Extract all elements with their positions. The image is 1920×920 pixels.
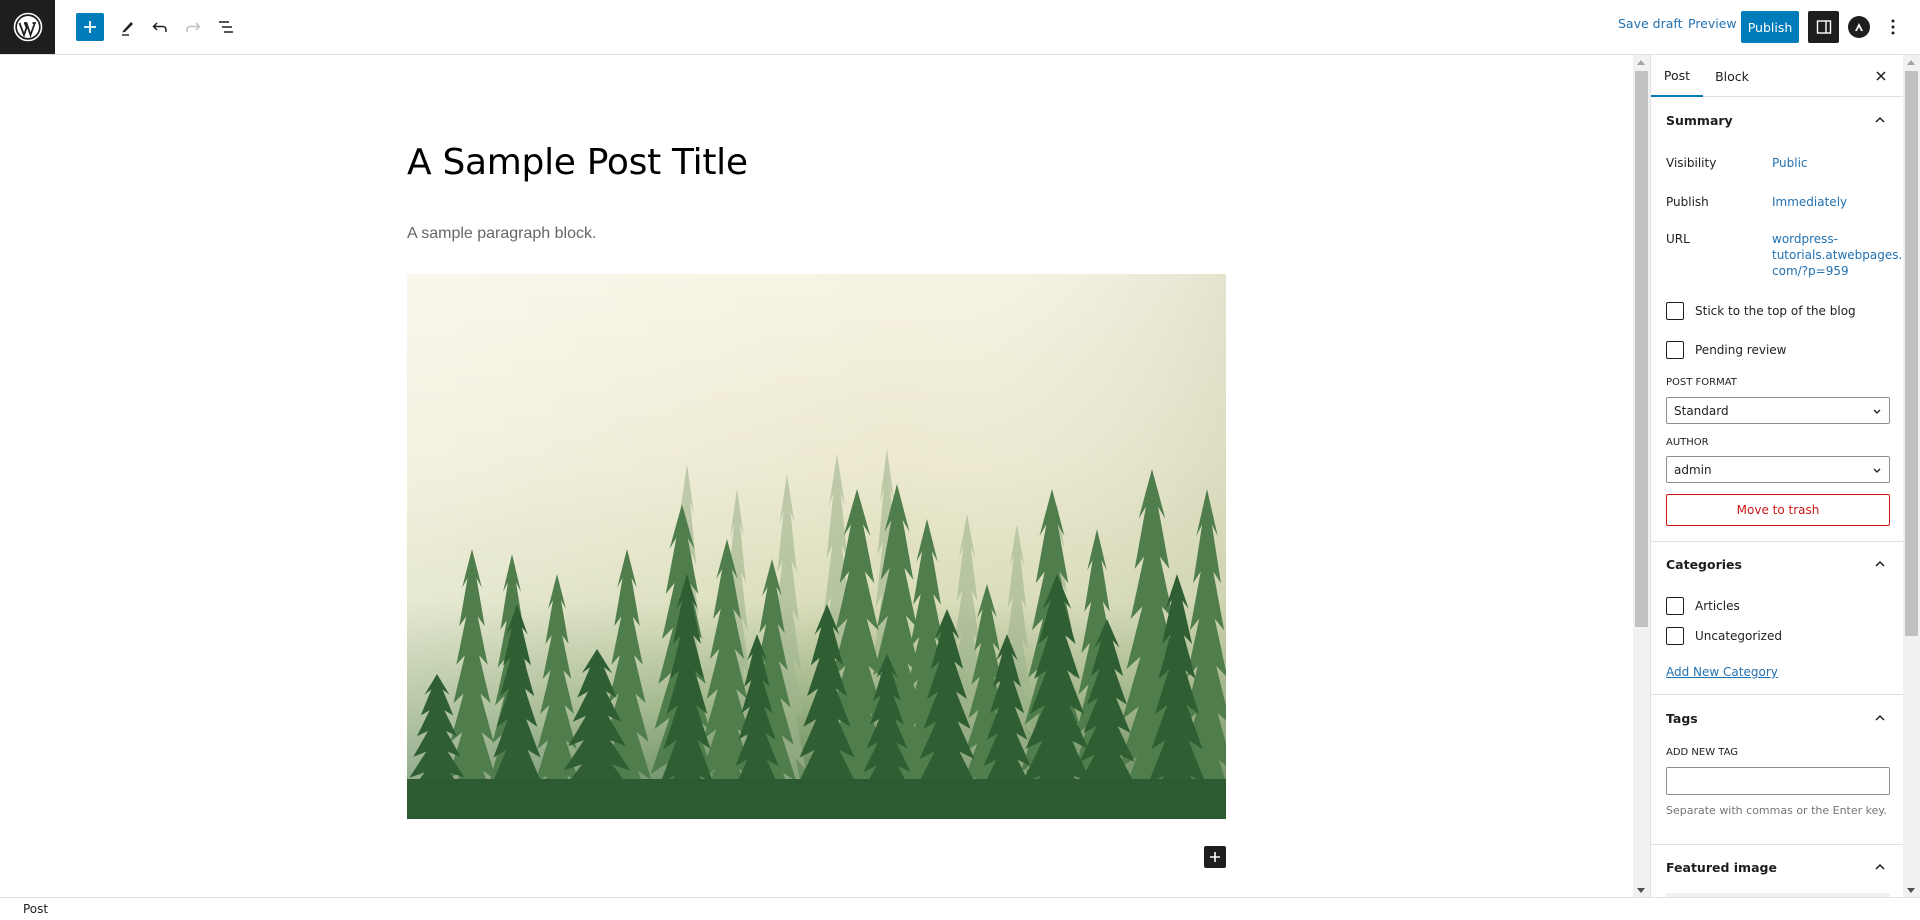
sidebar-tabs: Post Block [1651, 55, 1903, 97]
undo-icon [152, 22, 167, 32]
stick-to-top-label[interactable]: Stick to the top of the blog [1695, 304, 1856, 318]
chevron-down-icon [1873, 409, 1881, 414]
astra-icon [1855, 23, 1863, 31]
paragraph-block[interactable]: A sample paragraph block. [407, 225, 596, 243]
category-checkbox-articles[interactable] [1666, 597, 1684, 615]
panel-divider [1651, 844, 1903, 845]
url-label: URL [1666, 232, 1690, 246]
post-format-label: POST FORMAT [1666, 377, 1737, 388]
chevron-up-icon[interactable] [1873, 113, 1887, 127]
list-view-button[interactable] [214, 14, 238, 40]
chevron-up-icon[interactable] [1873, 557, 1887, 571]
url-line: wordpress- [1772, 232, 1838, 246]
chevron-down-icon [1873, 468, 1881, 473]
publish-label: Publish [1666, 195, 1709, 209]
chevron-up-icon[interactable] [1873, 711, 1887, 725]
undo-button[interactable] [148, 14, 172, 40]
add-new-category-link[interactable]: Add New Category [1666, 665, 1778, 679]
editor-scrollbar-thumb[interactable] [1635, 71, 1648, 627]
tags-panel-title[interactable]: Tags [1666, 711, 1698, 726]
sidebar-scrollbar[interactable] [1903, 55, 1920, 897]
image-block[interactable] [407, 274, 1226, 819]
tab-block[interactable]: Block [1707, 55, 1757, 97]
visibility-value-link[interactable]: Public [1772, 155, 1808, 171]
settings-toggle-button[interactable] [1808, 11, 1839, 43]
plus-icon [1210, 852, 1220, 862]
category-checkbox-uncategorized[interactable] [1666, 627, 1684, 645]
featured-image-panel-title[interactable]: Featured image [1666, 860, 1777, 875]
summary-panel-title[interactable]: Summary [1666, 113, 1733, 128]
categories-panel-title[interactable]: Categories [1666, 557, 1742, 572]
publish-date-link[interactable]: Immediately [1772, 194, 1847, 210]
editor-canvas: A Sample Post Title A sample paragraph b… [0, 55, 1633, 897]
plus-icon [84, 21, 96, 33]
options-button[interactable] [1883, 14, 1903, 40]
post-format-select[interactable]: Standard [1666, 397, 1890, 424]
wordpress-logo-icon [13, 12, 42, 42]
save-draft-button[interactable]: Save draft [1618, 16, 1682, 31]
block-inserter-button[interactable] [76, 13, 104, 41]
category-label-articles[interactable]: Articles [1695, 599, 1740, 613]
add-block-button[interactable] [1204, 846, 1226, 868]
add-tag-input[interactable] [1666, 767, 1890, 795]
more-vertical-icon [1891, 19, 1895, 35]
editor-scrollbar[interactable] [1633, 55, 1650, 897]
post-format-value: Standard [1674, 403, 1729, 418]
author-label: AUTHOR [1666, 437, 1709, 448]
tab-post[interactable]: Post [1651, 55, 1703, 97]
publish-button[interactable]: Publish [1741, 11, 1799, 43]
editor-header: Save draft Preview Publish [0, 0, 1920, 55]
scroll-down-arrow-icon[interactable] [1637, 888, 1645, 893]
breadcrumb-post[interactable]: Post [23, 902, 48, 916]
pending-review-checkbox[interactable] [1666, 341, 1684, 359]
forest-image [407, 274, 1226, 819]
close-sidebar-button[interactable] [1871, 66, 1891, 86]
tags-help-text: Separate with commas or the Enter key. [1666, 804, 1887, 817]
redo-icon [186, 22, 201, 32]
wordpress-logo-button[interactable] [0, 0, 55, 54]
author-select[interactable]: admin [1666, 456, 1890, 483]
list-view-icon [219, 21, 233, 33]
scroll-up-arrow-icon[interactable] [1907, 60, 1915, 65]
panel-divider [1651, 541, 1903, 542]
close-icon [1876, 71, 1886, 81]
redo-button[interactable] [181, 14, 205, 40]
move-to-trash-button[interactable]: Move to trash [1666, 494, 1890, 526]
preview-button[interactable]: Preview [1688, 16, 1737, 31]
url-line: com/?p=959 [1772, 264, 1849, 278]
post-title[interactable]: A Sample Post Title [407, 142, 748, 183]
url-line: tutorials.atwebpages. [1772, 248, 1903, 262]
tools-button[interactable] [116, 14, 140, 40]
chevron-up-icon[interactable] [1873, 860, 1887, 874]
sidebar-toggle-icon [1816, 20, 1831, 34]
block-breadcrumb-bar: Post [0, 897, 1920, 920]
pencil-icon [122, 22, 133, 36]
scroll-down-arrow-icon[interactable] [1907, 888, 1915, 893]
url-link[interactable]: wordpress- tutorials.atwebpages. com/?p=… [1772, 231, 1902, 279]
add-new-tag-label: ADD NEW TAG [1666, 747, 1739, 758]
visibility-label: Visibility [1666, 156, 1717, 170]
astra-settings-button[interactable] [1848, 16, 1870, 38]
panel-divider [1651, 694, 1903, 695]
category-label-uncategorized[interactable]: Uncategorized [1695, 629, 1782, 643]
scroll-up-arrow-icon[interactable] [1637, 60, 1645, 65]
sidebar-scrollbar-thumb[interactable] [1905, 71, 1918, 636]
author-value: admin [1674, 462, 1712, 477]
stick-to-top-checkbox[interactable] [1666, 302, 1684, 320]
settings-sidebar: Post Block Summary Visibility Public Pub… [1650, 55, 1903, 897]
pending-review-label[interactable]: Pending review [1695, 343, 1786, 357]
